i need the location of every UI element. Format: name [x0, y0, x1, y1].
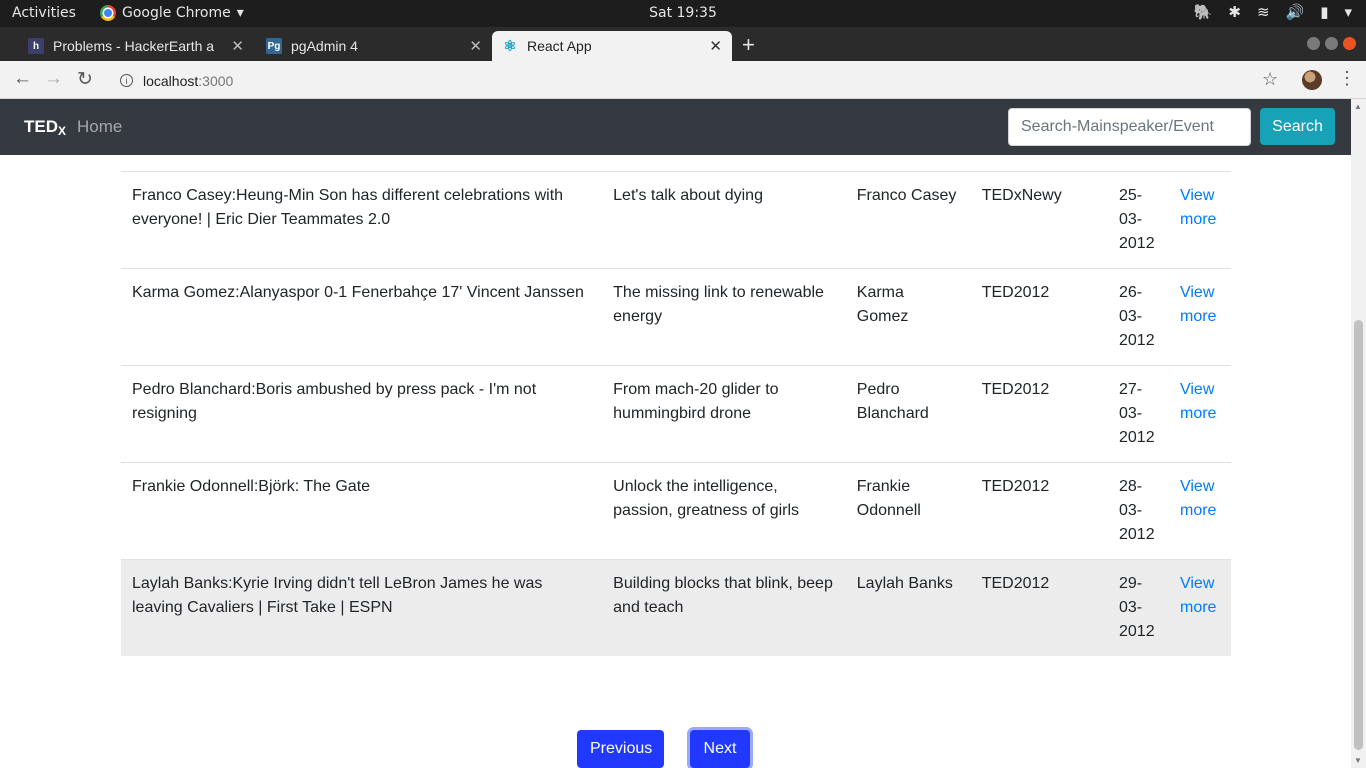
hackerearth-icon: h [28, 38, 44, 54]
talk-title-cell: Franco Casey:Heung-Min Son has different… [121, 171, 603, 269]
event-cell: TED2012 [970, 462, 1108, 560]
slack-icon[interactable]: ✱ [1228, 3, 1241, 21]
scroll-up-icon[interactable]: ▲ [1354, 102, 1362, 111]
close-window-icon[interactable] [1343, 37, 1356, 50]
view-more-cell: View more [1168, 268, 1231, 366]
site-info-icon[interactable]: i [120, 74, 133, 87]
tab-pgadmin[interactable]: Pg pgAdmin 4 ✕ [256, 31, 492, 61]
system-tray[interactable]: 🐘 ✱ ≋ 🔊 ▮ ▾ [1194, 3, 1352, 21]
event-cell: TEDxNewy [970, 171, 1108, 269]
talk-name-cell: Building blocks that blink, beep and tea… [602, 559, 846, 656]
date-cell: 27-03-2012 [1108, 365, 1169, 463]
event-cell: TED2012 [970, 268, 1108, 366]
wifi-icon[interactable]: ≋ [1257, 3, 1270, 21]
talk-name-cell: The missing link to renewable energy [602, 268, 846, 366]
tab-react-app[interactable]: ⚛ React App ✕ [492, 31, 732, 61]
table-row: Frankie Odonnell:Björk: The Gate Unlock t… [121, 462, 1231, 560]
close-tab-icon[interactable]: ✕ [469, 37, 482, 55]
app-navbar: TEDX Home Search [0, 99, 1351, 155]
power-menu-icon[interactable]: ▾ [1344, 3, 1352, 21]
event-cell: TED2012 [970, 365, 1108, 463]
browser-toolbar: ← → ↻ i localhost:3000 ☆ ⋮ [0, 61, 1366, 99]
table-row: Laylah Banks:Kyrie Irving didn't tell Le… [121, 559, 1231, 656]
talk-title-cell: Laylah Banks:Kyrie Irving didn't tell Le… [121, 559, 603, 656]
reload-icon[interactable]: ↻ [77, 68, 93, 91]
next-page-button[interactable]: Next [690, 730, 750, 768]
home-link[interactable]: Home [77, 117, 122, 137]
os-top-bar: Activities Google Chrome ▾ Sat 19:35 🐘 ✱… [0, 0, 1366, 27]
date-cell: 25-03-2012 [1108, 171, 1169, 269]
url-port: :3000 [198, 72, 234, 89]
url-host: localhost [143, 72, 199, 89]
view-more-cell: View more [1168, 365, 1231, 463]
date-cell: 26-03-2012 [1108, 268, 1169, 366]
view-more-link[interactable]: View more [1180, 284, 1216, 325]
brand-sub: X [58, 124, 67, 138]
view-more-cell: View more [1168, 559, 1231, 656]
scrollbar-thumb[interactable] [1354, 320, 1363, 750]
tab-strip: h Problems - HackerEarth a ✕ Pg pgAdmin … [0, 27, 1366, 61]
tab-title: React App [527, 38, 592, 54]
battery-icon[interactable]: ▮ [1320, 3, 1328, 21]
kebab-menu-icon[interactable]: ⋮ [1338, 68, 1356, 89]
speaker-cell: Pedro Blanchard [845, 365, 971, 463]
previous-page-button[interactable]: Previous [577, 730, 664, 768]
tab-title: Problems - HackerEarth a [53, 38, 215, 54]
talk-name-cell: From mach-20 glider to hummingbird drone [602, 365, 846, 463]
view-more-link[interactable]: View more [1180, 381, 1216, 422]
caret-down-icon: ▾ [236, 5, 244, 21]
table-row: Franco Casey:Heung-Min Son has different… [121, 171, 1231, 269]
date-cell: 28-03-2012 [1108, 462, 1169, 560]
page-viewport: Charles Larsen:MACKLEMORE FEAT KESHA - G… [0, 99, 1351, 768]
pgadmin-icon: Pg [266, 38, 282, 54]
forward-arrow-icon[interactable]: → [44, 68, 63, 90]
minimize-icon[interactable] [1307, 37, 1320, 50]
new-tab-icon[interactable]: + [742, 32, 755, 58]
view-more-link[interactable]: View more [1180, 478, 1216, 519]
vertical-scrollbar[interactable]: ▲ ▼ [1351, 99, 1366, 768]
window-controls [1307, 37, 1356, 50]
close-tab-icon[interactable]: ✕ [231, 37, 244, 55]
brand-text: TED [24, 117, 58, 136]
date-cell: 29-03-2012 [1108, 559, 1169, 656]
talk-name-cell: Unlock the intelligence, passion, greatn… [602, 462, 846, 560]
search-button[interactable]: Search [1260, 108, 1335, 145]
speaker-cell: Laylah Banks [845, 559, 971, 656]
talks-table: Charles Larsen:MACKLEMORE FEAT KESHA - G… [121, 99, 1231, 656]
search-input[interactable] [1008, 108, 1251, 146]
table-row: Karma Gomez:Alanyaspor 0-1 Fenerbahçe 17… [121, 268, 1231, 366]
view-more-cell: View more [1168, 462, 1231, 560]
address-bar[interactable]: i localhost:3000 [110, 67, 1290, 94]
tedx-brand-logo[interactable]: TEDX [24, 117, 66, 138]
chrome-icon [100, 5, 116, 21]
close-tab-icon[interactable]: ✕ [709, 37, 722, 55]
talk-title-cell: Frankie Odonnell:Björk: The Gate [121, 462, 603, 560]
talk-title-cell: Karma Gomez:Alanyaspor 0-1 Fenerbahçe 17… [121, 268, 603, 366]
activities-button[interactable]: Activities [12, 5, 76, 21]
profile-avatar[interactable] [1302, 70, 1322, 90]
app-menu[interactable]: Google Chrome ▾ [100, 5, 244, 21]
volume-icon[interactable]: 🔊 [1286, 3, 1305, 21]
speaker-cell: Franco Casey [845, 171, 971, 269]
table-row: Pedro Blanchard:Boris ambushed by press … [121, 365, 1231, 463]
bookmark-star-icon[interactable]: ☆ [1262, 69, 1278, 90]
scroll-down-icon[interactable]: ▼ [1354, 756, 1362, 765]
app-name-label: Google Chrome [122, 5, 231, 21]
postgres-elephant-icon[interactable]: 🐘 [1194, 3, 1213, 21]
view-more-link[interactable]: View more [1180, 575, 1216, 616]
maximize-icon[interactable] [1325, 37, 1338, 50]
react-icon: ⚛ [503, 38, 517, 55]
tab-title: pgAdmin 4 [291, 38, 358, 54]
view-more-cell: View more [1168, 171, 1231, 269]
back-arrow-icon[interactable]: ← [13, 68, 32, 90]
talk-title-cell: Pedro Blanchard:Boris ambushed by press … [121, 365, 603, 463]
speaker-cell: Karma Gomez [845, 268, 971, 366]
tab-hackerearth[interactable]: h Problems - HackerEarth a ✕ [18, 31, 254, 61]
talk-name-cell: Let's talk about dying [602, 171, 846, 269]
event-cell: TED2012 [970, 559, 1108, 656]
speaker-cell: Frankie Odonnell [845, 462, 971, 560]
view-more-link[interactable]: View more [1180, 187, 1216, 228]
